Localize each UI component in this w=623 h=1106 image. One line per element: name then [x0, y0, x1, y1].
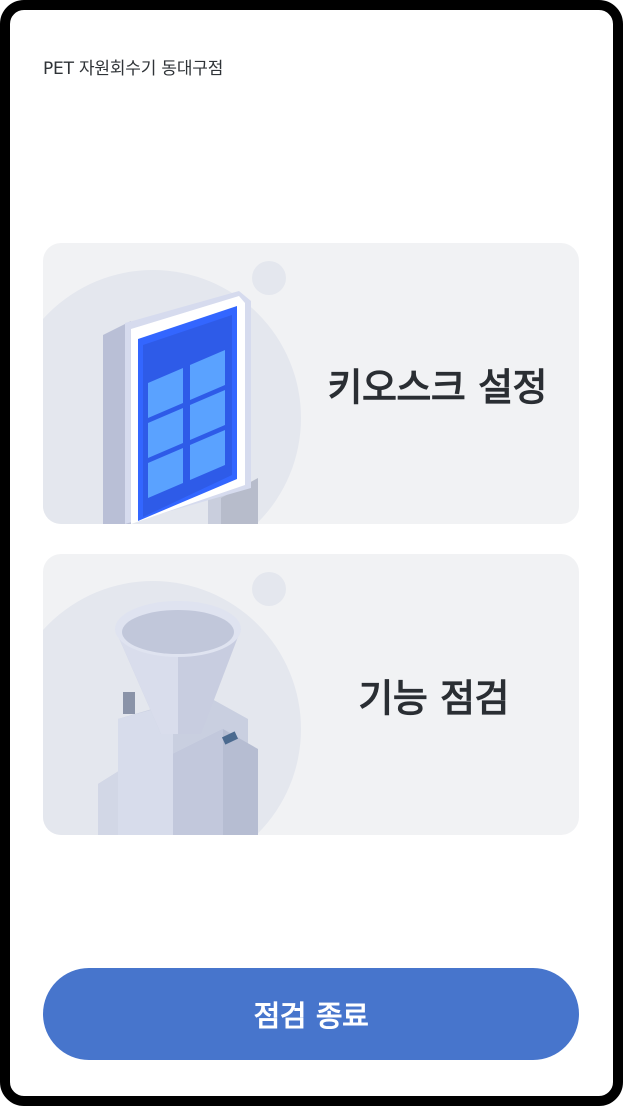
- function-check-card[interactable]: 기능 점검: [43, 554, 579, 835]
- recycling-machine-icon: [43, 572, 301, 835]
- kiosk-settings-label: 키오스크 설정: [327, 365, 548, 409]
- device-frame: PET 자원회수기 동대구점 키오스크 설정 기능 점검 점검 종료: [0, 0, 623, 1106]
- kiosk-screen-icon: [43, 261, 301, 524]
- kiosk-settings-card[interactable]: 키오스크 설정: [43, 243, 579, 524]
- function-check-label: 기능 점검: [358, 676, 509, 720]
- page-title: PET 자원회수기 동대구점: [43, 59, 224, 79]
- end-check-button[interactable]: 점검 종료: [43, 968, 579, 1060]
